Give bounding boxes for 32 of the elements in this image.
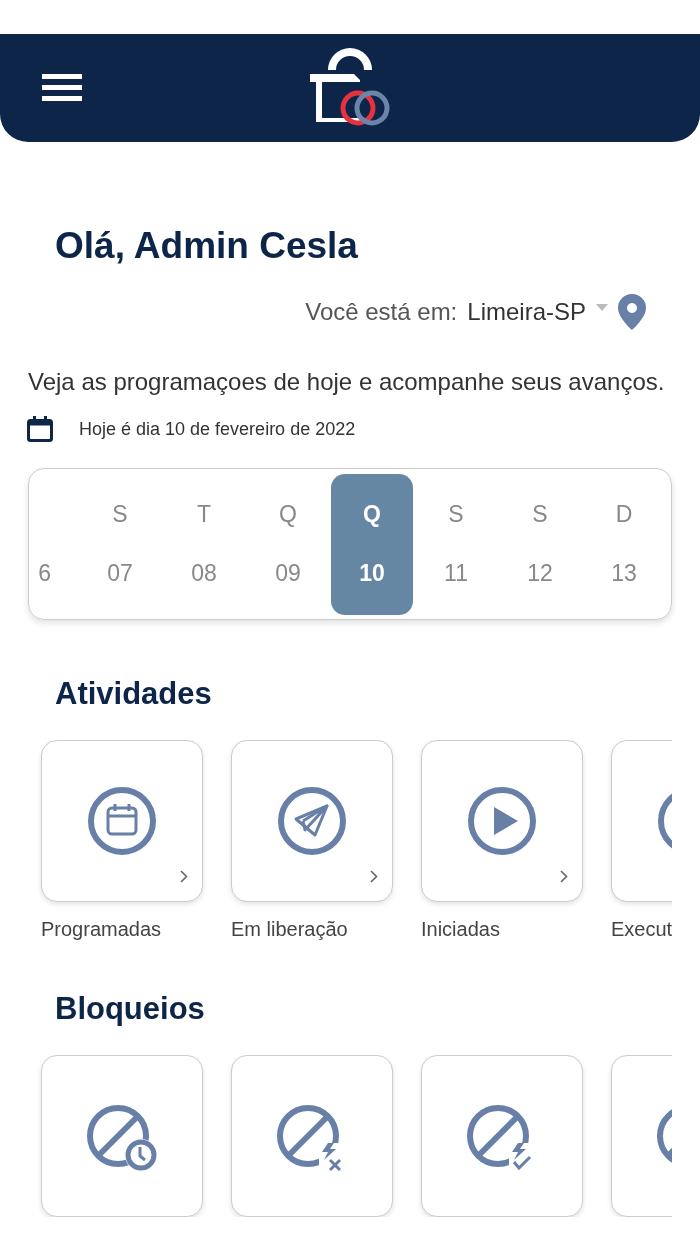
calendar-day[interactable]: S 12 [499, 473, 581, 615]
tile-card[interactable] [421, 1055, 583, 1217]
section-heading: Atividades [55, 676, 213, 712]
calendar-icon [27, 416, 53, 442]
map-pin-icon[interactable] [618, 294, 646, 330]
tile-card[interactable] [41, 1055, 203, 1217]
chevron-right-icon [180, 870, 188, 883]
calendar-day[interactable]: T 08 [163, 473, 245, 615]
location-label: Você está em: [305, 298, 458, 326]
calendar-day[interactable]: D 13 [583, 473, 665, 615]
chevron-right-icon [370, 870, 378, 883]
calendar-day[interactable]: S 07 [79, 473, 161, 615]
caret-icon [596, 304, 608, 312]
calendar-day[interactable]: S 11 [415, 473, 497, 615]
tile-card[interactable] [231, 1055, 393, 1217]
tile-card[interactable] [231, 740, 393, 902]
chevron-right-icon [560, 870, 568, 883]
today-date-text: Hoje é dia 10 de fevereiro de 2022 [79, 418, 356, 440]
tile-label: Execut [611, 918, 672, 941]
calendar-day[interactable]: Q 10 [331, 473, 413, 615]
tile-label: Em liberação [231, 918, 349, 941]
tile-label: Programadas [41, 918, 163, 941]
section-heading: Bloqueios [55, 991, 206, 1027]
greeting-heading: Olá, Admin Cesla [55, 224, 359, 268]
tile-card[interactable] [421, 740, 583, 902]
tile-card[interactable] [41, 740, 203, 902]
intro-text: Veja as programaçoes de hoje e acompanhe seus avanços. [28, 367, 666, 397]
calendar-day[interactable]: Q 09 [247, 473, 329, 615]
menu-icon[interactable] [42, 74, 82, 102]
tile-label: Iniciadas [421, 918, 501, 941]
location-dropdown[interactable]: Limeira-SP [467, 298, 608, 326]
calendar-day[interactable]: 6 [29, 473, 51, 615]
